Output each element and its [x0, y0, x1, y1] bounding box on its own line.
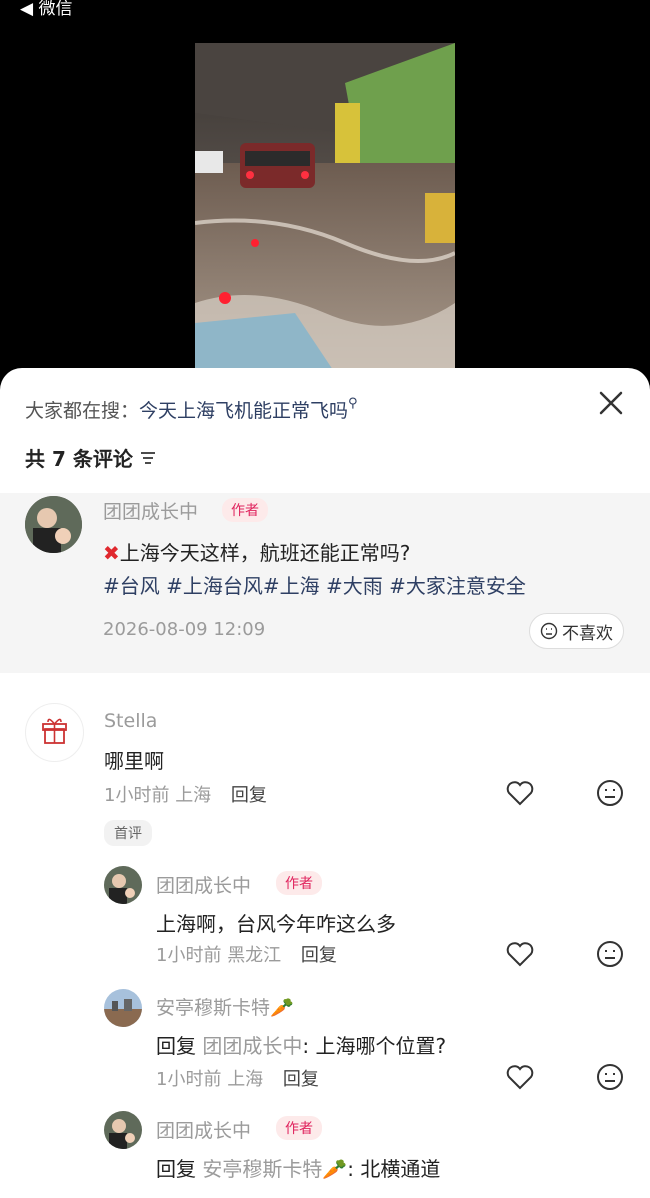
- reply-text: 上海啊，台风今年咋这么多: [156, 912, 396, 936]
- carrot-icon: 🥕: [322, 1157, 348, 1181]
- neutral-face-icon[interactable]: [595, 939, 625, 969]
- neutral-face-icon: [540, 622, 558, 640]
- reply-meta: 1小时前 黑龙江 回复: [156, 941, 337, 967]
- search-icon: ⚲: [348, 396, 358, 411]
- reply-text: 回复 安亭穆斯卡特🥕: 北横通道: [156, 1153, 440, 1182]
- search-keyword[interactable]: 今天上海飞机能正常飞吗: [139, 400, 348, 422]
- reply-button[interactable]: 回复: [231, 785, 267, 806]
- comment-sheet: 大家都在搜：今天上海飞机能正常飞吗⚲ 共 7 条评论 团团成长中 作者 ✖上海今…: [0, 368, 650, 1198]
- reply-user-name[interactable]: 团团成长中: [156, 1116, 251, 1143]
- post-author-name[interactable]: 团团成长中: [103, 497, 198, 524]
- back-to-wechat-link[interactable]: ◀ 微信: [20, 0, 72, 19]
- reply-prefix: 回复: [156, 1157, 196, 1181]
- dislike-button[interactable]: 不喜欢: [529, 613, 624, 649]
- reply-to-user[interactable]: 团团成长中: [202, 1034, 302, 1058]
- neutral-face-icon[interactable]: [595, 1062, 625, 1092]
- comment-text: 哪里啊: [104, 749, 164, 773]
- heart-icon[interactable]: [505, 778, 535, 808]
- avatar[interactable]: [104, 1111, 142, 1149]
- video-player[interactable]: [195, 43, 455, 373]
- comment-meta: 1小时前 上海 回复: [104, 781, 267, 807]
- comment-time: 1小时前: [104, 785, 170, 806]
- author-badge: 作者: [276, 871, 322, 895]
- post-text-line1: 上海今天这样，航班还能正常吗?: [119, 541, 411, 565]
- carrot-icon: 🥕: [270, 997, 294, 1019]
- status-bar: ◀ 微信: [0, 0, 650, 28]
- reply-button[interactable]: 回复: [283, 1069, 319, 1090]
- post-text: ✖上海今天这样，航班还能正常吗?: [103, 537, 410, 566]
- reply-user-name[interactable]: 团团成长中: [156, 871, 251, 898]
- reply-text: 回复 团团成长中: 上海哪个位置?: [156, 1030, 446, 1059]
- gift-icon: [42, 718, 67, 744]
- reply-body: : 上海哪个位置?: [302, 1034, 447, 1058]
- comment-count-label: 共 7 条评论: [25, 447, 133, 471]
- search-suggestion[interactable]: 大家都在搜：今天上海飞机能正常飞吗⚲: [25, 396, 358, 423]
- dislike-label: 不喜欢: [562, 623, 613, 644]
- cross-mark-icon: ✖: [103, 541, 120, 565]
- reply-user-name[interactable]: 安亭穆斯卡特🥕: [156, 993, 294, 1020]
- reply-prefix: 回复: [156, 1034, 196, 1058]
- avatar[interactable]: [25, 703, 84, 762]
- reply-body: : 北横通道: [347, 1157, 441, 1181]
- first-comment-tag: 首评: [104, 820, 152, 846]
- reply-location: 上海: [227, 1069, 264, 1090]
- close-icon[interactable]: [598, 390, 624, 416]
- author-post: 团团成长中 作者 ✖上海今天这样，航班还能正常吗? #台风 #上海台风#上海 #…: [0, 493, 650, 673]
- author-badge: 作者: [276, 1116, 322, 1140]
- post-hashtags[interactable]: #台风 #上海台风#上海 #大雨 #大家注意安全: [103, 570, 526, 599]
- search-prefix: 大家都在搜：: [25, 400, 140, 422]
- video-frame-image: [195, 43, 455, 373]
- reply-time: 1小时前: [156, 945, 222, 966]
- neutral-face-icon[interactable]: [595, 778, 625, 808]
- author-badge: 作者: [222, 498, 268, 522]
- reply-meta: 1小时前 上海 回复: [156, 1065, 319, 1091]
- reply-location: 黑龙江: [227, 945, 282, 966]
- heart-icon[interactable]: [505, 1062, 535, 1092]
- heart-icon[interactable]: [505, 939, 535, 969]
- sort-icon[interactable]: [139, 450, 157, 466]
- avatar[interactable]: [104, 989, 142, 1027]
- reply-user-name-label: 安亭穆斯卡特: [156, 997, 271, 1019]
- comment-count: 共 7 条评论: [25, 443, 157, 472]
- reply-time: 1小时前: [156, 1069, 222, 1090]
- post-time: 2026-08-09 12:09: [103, 619, 266, 640]
- comment-user-name[interactable]: Stella: [104, 710, 157, 732]
- avatar[interactable]: [25, 496, 82, 553]
- reply-button[interactable]: 回复: [301, 945, 337, 966]
- avatar[interactable]: [104, 866, 142, 904]
- comment-location: 上海: [175, 785, 212, 806]
- reply-to-user[interactable]: 安亭穆斯卡特: [202, 1157, 322, 1181]
